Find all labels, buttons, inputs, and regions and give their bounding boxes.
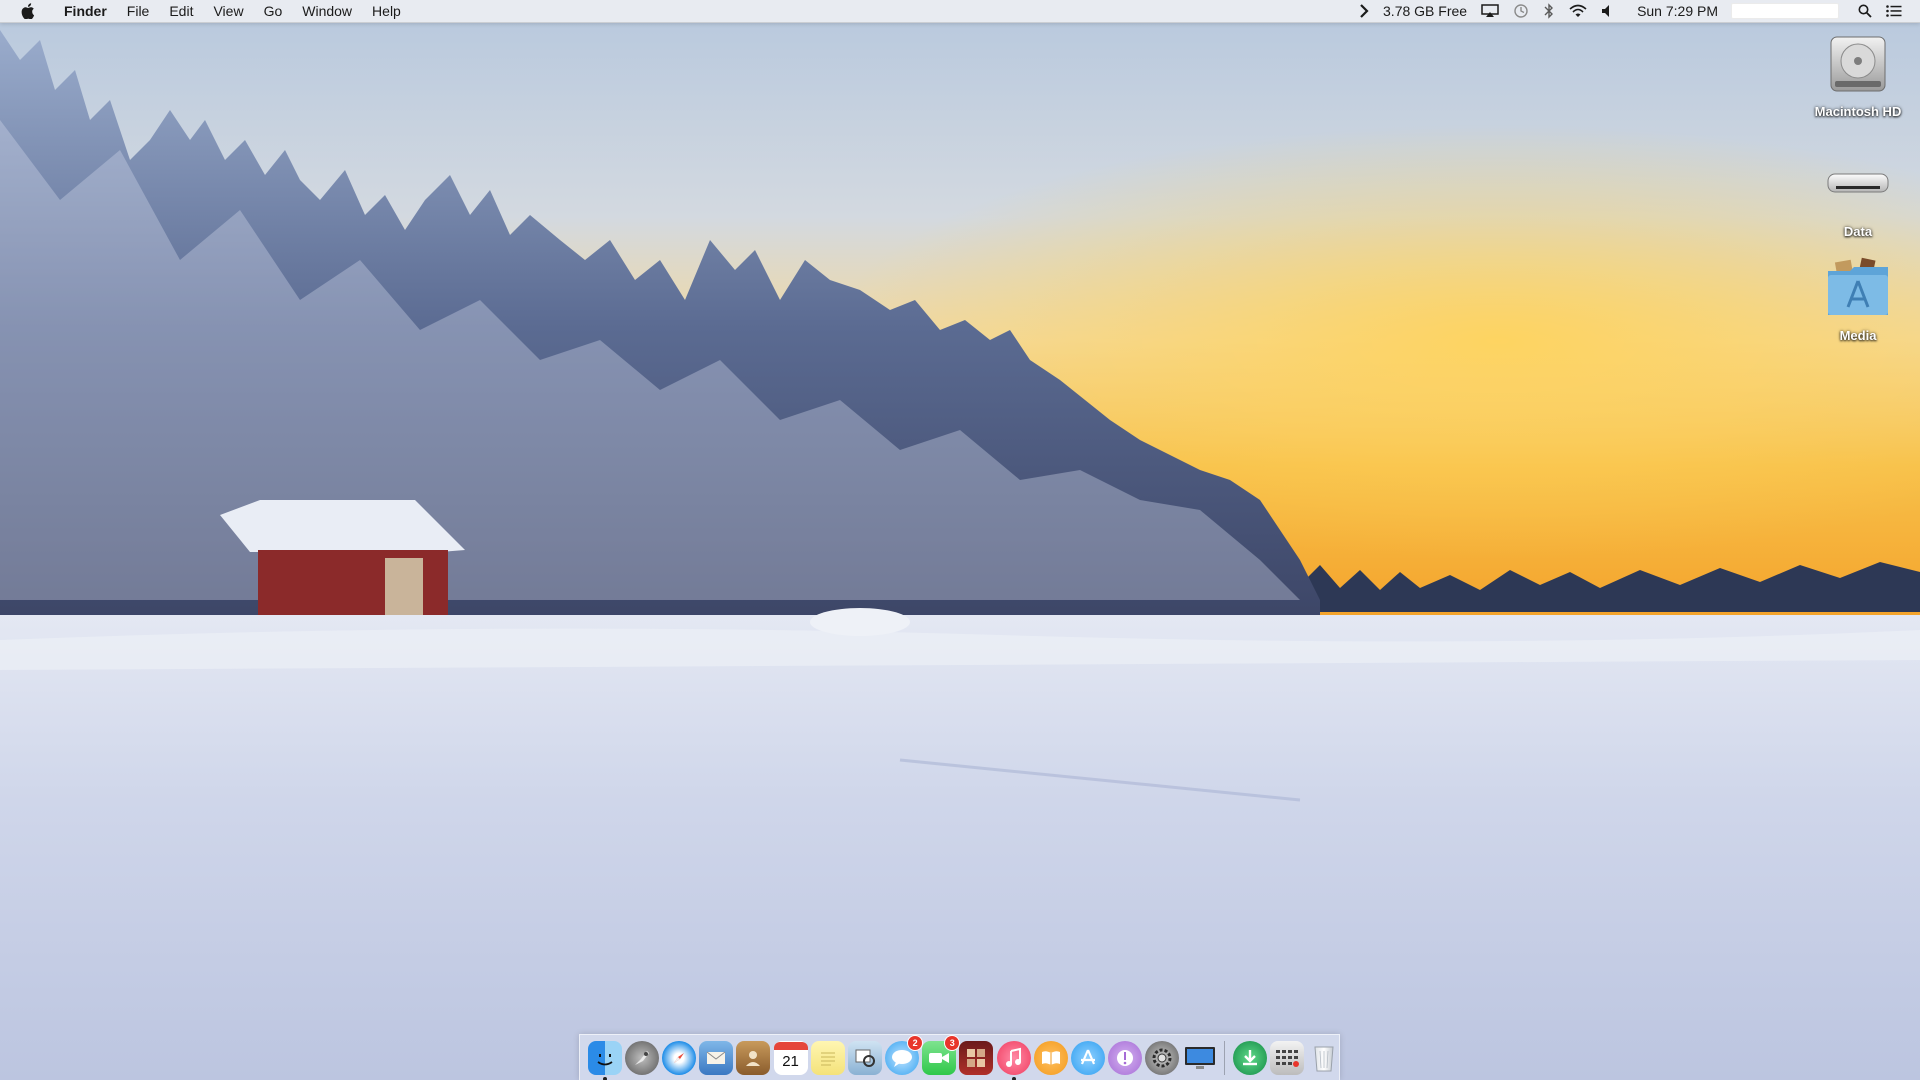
grid-app-icon[interactable] xyxy=(1269,1040,1304,1075)
clock-status[interactable]: Sun 7:29 PM xyxy=(1630,0,1725,22)
mac-mini-icon xyxy=(1822,148,1894,220)
desktop-icon-label: Macintosh HD xyxy=(1814,104,1902,119)
system-preferences-icon[interactable] xyxy=(1145,1040,1180,1075)
desktop-icon-macintosh-hd[interactable]: Macintosh HD xyxy=(1793,28,1920,119)
desktop-icon-data[interactable]: Data xyxy=(1793,148,1920,239)
menu-file[interactable]: File xyxy=(117,0,160,22)
spotlight-search-field[interactable] xyxy=(1731,3,1839,19)
menu-bar-status-area: 3.78 GB Free Sun 7:29 PM xyxy=(1352,0,1920,22)
facetime-icon[interactable]: 3 xyxy=(922,1035,960,1075)
menu-bar: Finder File Edit View Go Window Help 3.7… xyxy=(0,0,1920,23)
volume-icon[interactable] xyxy=(1594,0,1622,22)
dock-separator xyxy=(1224,1040,1226,1075)
desktop-screen: Finder File Edit View Go Window Help 3.7… xyxy=(0,0,1920,1080)
notes-icon[interactable] xyxy=(810,1040,845,1075)
running-indicator xyxy=(602,1076,607,1080)
safari-icon[interactable] xyxy=(661,1040,696,1075)
ibooks-icon[interactable] xyxy=(1033,1040,1068,1075)
menu-edit[interactable]: Edit xyxy=(159,0,203,22)
menu-bar-left: Finder File Edit View Go Window Help xyxy=(0,0,411,22)
menu-window[interactable]: Window xyxy=(292,0,362,22)
finder-icon[interactable] xyxy=(587,1040,622,1080)
apple-icon[interactable] xyxy=(20,2,36,20)
calendar-icon[interactable]: 21 xyxy=(773,1040,808,1075)
menu-go[interactable]: Go xyxy=(254,0,293,22)
desktop-icon-media[interactable]: Media xyxy=(1793,252,1920,343)
facetime-badge: 3 xyxy=(945,1035,960,1050)
applications-folder-icon xyxy=(1822,252,1894,324)
memory-free-status[interactable]: 3.78 GB Free xyxy=(1376,0,1474,22)
display-icon[interactable] xyxy=(1183,1041,1217,1075)
mail-icon[interactable] xyxy=(699,1040,734,1075)
trash-icon[interactable] xyxy=(1307,1041,1341,1075)
messages-icon[interactable]: 2 xyxy=(885,1035,923,1075)
desktop-wallpaper xyxy=(0,0,1920,1080)
launchpad-icon[interactable] xyxy=(624,1040,659,1075)
calendar-day: 21 xyxy=(782,1052,799,1070)
download-manager-icon[interactable] xyxy=(1232,1040,1267,1075)
running-indicator xyxy=(1011,1076,1016,1080)
menu-help[interactable]: Help xyxy=(362,0,411,22)
spotlight-search-icon[interactable] xyxy=(1851,0,1879,22)
feedback-icon[interactable] xyxy=(1108,1040,1143,1075)
hard-drive-icon xyxy=(1822,28,1894,100)
wifi-icon[interactable] xyxy=(1562,0,1594,22)
menu-app-name[interactable]: Finder xyxy=(54,0,117,22)
desktop-icon-label: Media xyxy=(1839,328,1877,343)
contacts-icon[interactable] xyxy=(736,1040,771,1075)
time-machine-icon[interactable] xyxy=(1506,0,1536,22)
bluetooth-icon[interactable] xyxy=(1536,0,1562,22)
notification-center-icon[interactable] xyxy=(1879,0,1920,22)
chevron-right-icon[interactable] xyxy=(1352,0,1376,22)
airplay-icon[interactable] xyxy=(1474,0,1506,22)
photo-booth-icon[interactable] xyxy=(959,1040,994,1075)
itunes-icon[interactable] xyxy=(996,1040,1031,1080)
menu-view[interactable]: View xyxy=(203,0,253,22)
app-store-icon[interactable] xyxy=(1071,1040,1106,1075)
calendar-header xyxy=(773,1041,808,1050)
dock: 21 2 3 xyxy=(579,1034,1340,1080)
preview-icon[interactable] xyxy=(847,1040,882,1075)
messages-badge: 2 xyxy=(908,1035,923,1050)
desktop-icon-label: Data xyxy=(1843,224,1873,239)
